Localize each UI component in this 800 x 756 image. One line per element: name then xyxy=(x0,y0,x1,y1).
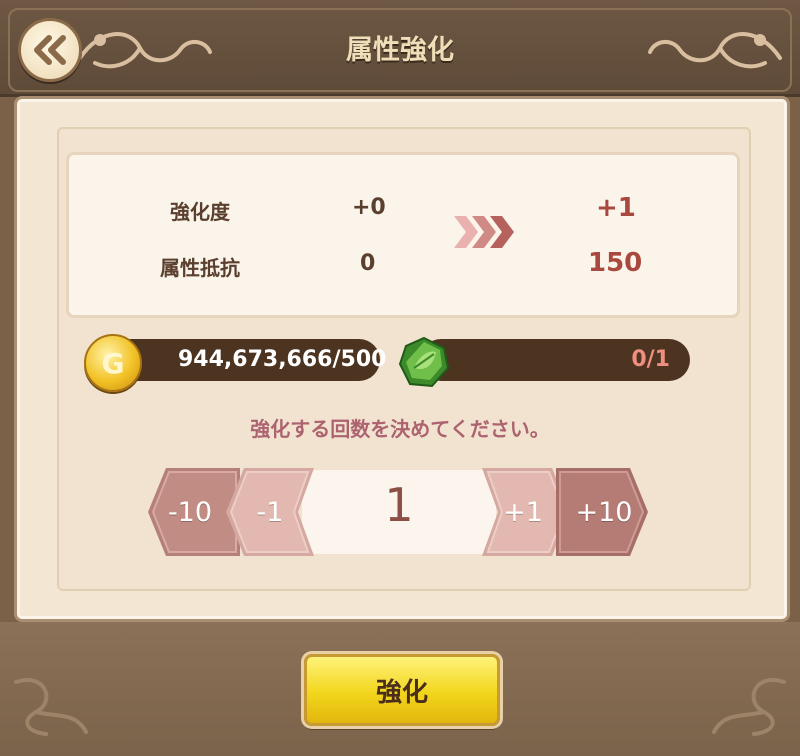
triple-chevron-right-icon xyxy=(454,216,514,248)
count-value: 1 xyxy=(384,478,414,532)
gold-coin-letter: G xyxy=(101,346,125,380)
enhance-level-label: 強化度 xyxy=(170,200,230,224)
bottom-left-ornament-icon xyxy=(14,678,88,736)
enhance-confirm-label: 強化 xyxy=(375,677,428,708)
attribute-resist-next: 150 xyxy=(588,248,643,278)
plus1-button[interactable]: +1 xyxy=(484,468,562,556)
instruction-text: 強化する回数を決めてください。 xyxy=(250,417,550,441)
page-title: 属性強化 xyxy=(346,35,454,66)
enhance-level-next: +1 xyxy=(596,193,636,223)
plus1-label: +1 xyxy=(503,496,543,528)
material-count: 0/1 xyxy=(631,347,670,372)
plus10-button[interactable]: +10 xyxy=(562,468,646,556)
plus10-label: +10 xyxy=(575,496,633,528)
minus10-button[interactable]: -10 xyxy=(148,468,232,556)
header-bar: 属性強化 xyxy=(0,0,800,97)
enhance-confirm-button[interactable]: 強化 xyxy=(304,654,500,726)
gold-coin-icon: G xyxy=(84,334,142,392)
minus1-button[interactable]: -1 xyxy=(230,468,310,556)
minus1-label: -1 xyxy=(256,496,284,528)
stats-box xyxy=(66,152,740,318)
attribute-resist-label: 属性抵抗 xyxy=(160,256,240,280)
gold-amount: 944,673,666/500 xyxy=(178,347,387,372)
bottom-right-ornament-icon xyxy=(712,678,786,736)
enhance-level-current: +0 xyxy=(352,195,386,220)
attribute-resist-current: 0 xyxy=(360,251,376,276)
green-leaf-stone-icon xyxy=(398,336,450,388)
minus10-label: -10 xyxy=(167,496,213,528)
